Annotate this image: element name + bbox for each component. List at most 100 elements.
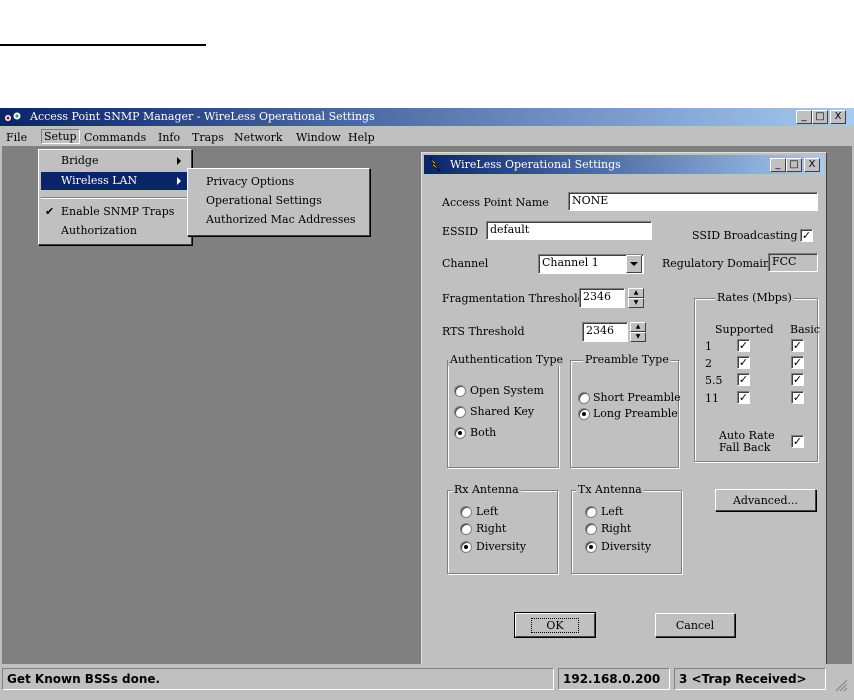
- short-preamble-label: Short Preamble: [593, 391, 681, 404]
- regulatory-domain-field: FCC: [768, 253, 818, 272]
- submenu-arrow-icon: [177, 177, 181, 185]
- short-preamble-radio[interactable]: [578, 392, 590, 404]
- essid-label: ESSID: [442, 225, 479, 238]
- menu-file[interactable]: File: [6, 131, 27, 144]
- wireless-lan-submenu: Privacy Options Operational Settings Aut…: [187, 168, 370, 236]
- rate-2-supported-checkbox[interactable]: ✓: [737, 356, 750, 369]
- rate-label: 1: [705, 340, 712, 353]
- menu-item-bridge[interactable]: Bridge: [61, 154, 98, 167]
- rate-5-5-supported-checkbox[interactable]: ✓: [737, 373, 750, 386]
- menu-setup[interactable]: Setup: [41, 129, 80, 144]
- long-preamble-radio[interactable]: [578, 408, 590, 420]
- cancel-button[interactable]: Cancel: [655, 613, 735, 637]
- basic-header: Basic: [790, 323, 820, 336]
- menu-traps[interactable]: Traps: [192, 131, 224, 144]
- menu-item-operational-settings[interactable]: Operational Settings: [206, 194, 322, 207]
- rx-left-radio[interactable]: [460, 506, 472, 518]
- check-icon: ✔: [45, 205, 55, 218]
- tx-right-label: Right: [601, 522, 632, 535]
- tx-antenna-group: Tx Antenna Left Right Diversity: [571, 483, 682, 574]
- maximize-button[interactable]: □: [812, 110, 828, 124]
- rate-1-supported-checkbox[interactable]: ✓: [737, 339, 750, 352]
- rate-5-5-basic-checkbox[interactable]: ✓: [791, 373, 804, 386]
- menu-info[interactable]: Info: [158, 131, 180, 144]
- submenu-arrow-icon: [177, 157, 181, 165]
- rx-antenna-legend: Rx Antenna: [452, 483, 521, 496]
- menu-item-privacy-options[interactable]: Privacy Options: [206, 175, 294, 188]
- status-bar: Get Known BSSs done. 192.168.0.200 3 <Tr…: [0, 664, 854, 700]
- preamble-type-legend: Preamble Type: [583, 353, 671, 366]
- child-close-button[interactable]: X: [804, 158, 820, 172]
- menu-help[interactable]: Help: [348, 131, 375, 144]
- rate-1-basic-checkbox[interactable]: ✓: [791, 339, 804, 352]
- menu-commands[interactable]: Commands: [84, 131, 146, 144]
- fragmentation-spinner[interactable]: ▲ ▼: [628, 288, 644, 308]
- auth-shared-key-radio[interactable]: [454, 406, 466, 418]
- rts-threshold-field[interactable]: 2346: [582, 322, 628, 342]
- top-underline-rule: [0, 44, 206, 46]
- ap-name-field[interactable]: NONE: [568, 192, 818, 211]
- ap-name-label: Access Point Name: [442, 196, 549, 209]
- rts-spinner[interactable]: ▲ ▼: [630, 322, 646, 342]
- child-minimize-button[interactable]: _: [770, 158, 786, 172]
- menu-network[interactable]: Network: [234, 131, 283, 144]
- auth-open-system-radio[interactable]: [454, 385, 466, 397]
- fall-back-label: Fall Back: [719, 441, 771, 454]
- advanced-button[interactable]: Advanced...: [715, 489, 816, 511]
- auto-rate-fallback-checkbox[interactable]: ✓: [791, 435, 804, 448]
- rate-2-basic-checkbox[interactable]: ✓: [791, 356, 804, 369]
- auth-open-system-label: Open System: [470, 384, 544, 397]
- main-window-title: Access Point SNMP Manager - WireLess Ope…: [30, 110, 375, 123]
- ssid-broadcast-label: SSID Broadcasting: [692, 229, 798, 242]
- menu-item-wireless-lan[interactable]: Wireless LAN: [61, 174, 137, 187]
- setup-menu: Bridge Wireless LAN ✔ Enable SNMP Traps …: [38, 149, 192, 245]
- menu-item-enable-snmp-traps[interactable]: Enable SNMP Traps: [61, 205, 174, 218]
- menu-item-authorized-mac-addresses[interactable]: Authorized Mac Addresses: [206, 213, 356, 226]
- status-message: Get Known BSSs done.: [2, 668, 554, 690]
- authentication-type-group: Authentication Type Open System Shared K…: [447, 353, 566, 468]
- status-ip-address: 192.168.0.200: [558, 668, 670, 690]
- rate-11-supported-checkbox[interactable]: ✓: [737, 391, 750, 404]
- child-title-bar[interactable]: WireLess Operational Settings _ □ X: [424, 155, 824, 174]
- advanced-button-label: Advanced...: [732, 493, 799, 507]
- fragmentation-threshold-field[interactable]: 2346: [579, 288, 625, 308]
- chevron-down-icon[interactable]: [626, 255, 642, 273]
- cancel-button-label: Cancel: [675, 618, 715, 632]
- tx-antenna-legend: Tx Antenna: [576, 483, 644, 496]
- preamble-type-group: Preamble Type Short Preamble Long Preamb…: [570, 353, 681, 468]
- tx-diversity-radio[interactable]: [585, 541, 597, 553]
- snmp-app-icon: [5, 112, 21, 121]
- main-title-bar[interactable]: Access Point SNMP Manager - WireLess Ope…: [0, 108, 854, 126]
- tx-left-radio[interactable]: [585, 506, 597, 518]
- rate-label: 2: [705, 357, 712, 370]
- menu-window[interactable]: Window: [296, 131, 341, 144]
- rx-diversity-radio[interactable]: [460, 541, 472, 553]
- resize-grip-icon[interactable]: [834, 678, 848, 692]
- menu-item-authorization[interactable]: Authorization: [61, 224, 137, 237]
- rts-threshold-label: RTS Threshold: [442, 325, 525, 338]
- rx-left-label: Left: [476, 505, 499, 518]
- close-button[interactable]: X: [830, 110, 846, 124]
- wireless-settings-window: WireLess Operational Settings _ □ X Acce…: [421, 152, 827, 682]
- child-window-title: WireLess Operational Settings: [450, 158, 621, 171]
- child-maximize-button[interactable]: □: [786, 158, 802, 172]
- tx-left-label: Left: [601, 505, 624, 518]
- auth-both-radio[interactable]: [454, 427, 466, 439]
- minimize-button[interactable]: _: [796, 110, 812, 124]
- ssid-broadcast-checkbox[interactable]: ✓: [800, 229, 813, 242]
- long-preamble-label: Long Preamble: [593, 407, 678, 420]
- rate-11-basic-checkbox[interactable]: ✓: [791, 391, 804, 404]
- ok-button[interactable]: OK: [514, 612, 596, 638]
- fragmentation-threshold-label: Fragmentation Threshold: [442, 292, 585, 305]
- essid-field[interactable]: default: [486, 221, 652, 240]
- channel-label: Channel: [442, 257, 489, 270]
- rx-antenna-group: Rx Antenna Left Right Diversity: [447, 483, 558, 574]
- menu-separator: [41, 197, 187, 199]
- tx-right-radio[interactable]: [585, 523, 597, 535]
- rate-label: 11: [705, 392, 719, 405]
- rates-group: Rates (Mbps) Supported Basic 1 ✓ ✓ 2 ✓ ✓…: [694, 291, 820, 462]
- auth-both-label: Both: [470, 426, 497, 439]
- rx-right-radio[interactable]: [460, 523, 472, 535]
- rx-diversity-label: Diversity: [476, 540, 527, 553]
- menu-bar: File Setup Commands Info Traps Network W…: [0, 128, 854, 146]
